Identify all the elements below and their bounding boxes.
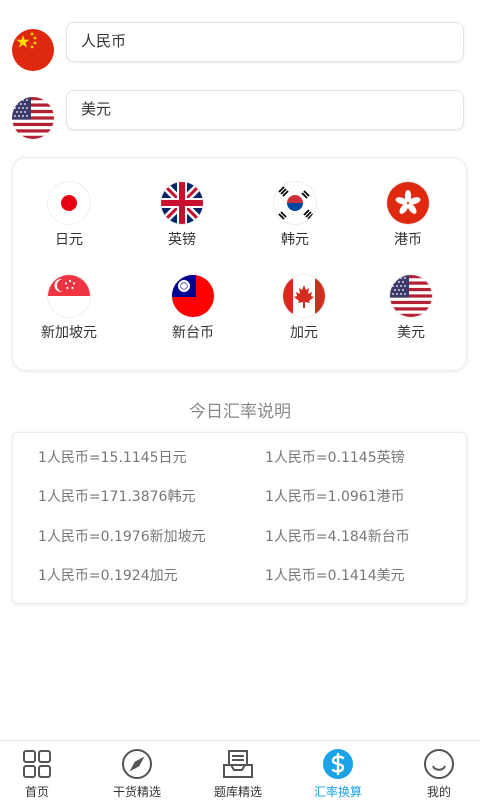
tab-label: 汇率换算 — [313, 785, 362, 799]
currency-hkd[interactable]: 港币 — [358, 182, 458, 262]
rate-krw: 1人民币=171.3876韩元 — [38, 489, 196, 505]
tab-label: 首页 — [24, 785, 49, 799]
us-flag-icon — [390, 275, 432, 317]
tab-exchange[interactable]: 汇率换算 — [290, 741, 386, 801]
currency-label: 港币 — [394, 232, 422, 248]
currency-jpy[interactable]: 日元 — [19, 182, 119, 262]
currency-label: 美元 — [397, 325, 425, 341]
rate-cad: 1人民币=0.1924加元 — [38, 568, 178, 584]
smile-icon — [422, 747, 456, 781]
currency-cad[interactable]: 加元 — [254, 275, 354, 355]
kr-flag-icon — [274, 182, 316, 224]
tw-flag-icon — [172, 275, 214, 317]
currency-grid-card: 日元 英镑 韩元 港币 新加坡元 新台币 加元 美元 — [12, 157, 467, 371]
from-currency-row — [0, 20, 480, 80]
from-currency-input[interactable] — [66, 22, 464, 62]
currency-label: 日元 — [55, 232, 83, 248]
currency-twd[interactable]: 新台币 — [143, 275, 243, 355]
to-currency-input[interactable] — [66, 90, 464, 130]
bottom-tab-bar: 首页 干货精选 题库精选 汇率换算 我的 — [0, 740, 480, 801]
inbox-icon — [221, 747, 255, 781]
dollar-icon — [321, 747, 355, 781]
sg-flag-icon — [48, 275, 90, 317]
rate-hkd: 1人民币=1.0961港币 — [265, 489, 405, 505]
rates-section-title: 今日汇率说明 — [189, 402, 291, 422]
currency-label: 韩元 — [281, 232, 309, 248]
currency-gbp[interactable]: 英镑 — [132, 182, 232, 262]
rates-card: 1人民币=15.1145日元 1人民币=0.1145英镑 1人民币=171.38… — [12, 432, 467, 604]
cn-flag-icon[interactable] — [12, 29, 54, 71]
grid-icon — [20, 747, 54, 781]
us-flag-icon[interactable] — [12, 97, 54, 139]
rate-usd: 1人民币=0.1414美元 — [265, 568, 405, 584]
rate-gbp: 1人民币=0.1145英镑 — [265, 450, 405, 466]
tab-mine[interactable]: 我的 — [391, 741, 480, 801]
rate-twd: 1人民币=4.184新台币 — [265, 529, 410, 545]
rate-jpy: 1人民币=15.1145日元 — [38, 450, 187, 466]
tab-home[interactable]: 首页 — [0, 741, 85, 801]
currency-label: 加元 — [290, 325, 318, 341]
tab-featured[interactable]: 干货精选 — [89, 741, 185, 801]
currency-krw[interactable]: 韩元 — [245, 182, 345, 262]
tab-label: 题库精选 — [213, 785, 262, 799]
tab-question-bank[interactable]: 题库精选 — [190, 741, 286, 801]
currency-usd[interactable]: 美元 — [361, 275, 461, 355]
currency-sgd[interactable]: 新加坡元 — [19, 275, 119, 355]
tab-label: 干货精选 — [112, 785, 161, 799]
rate-sgd: 1人民币=0.1976新加坡元 — [38, 529, 206, 545]
tab-label: 我的 — [426, 785, 451, 799]
ca-flag-icon — [283, 275, 325, 317]
to-currency-row — [0, 88, 480, 148]
currency-label: 英镑 — [168, 232, 196, 248]
compass-icon — [120, 747, 154, 781]
currency-label: 新台币 — [172, 325, 214, 341]
currency-label: 新加坡元 — [41, 325, 97, 341]
gb-flag-icon — [161, 182, 203, 224]
jp-flag-icon — [48, 182, 90, 224]
hk-flag-icon — [387, 182, 429, 224]
